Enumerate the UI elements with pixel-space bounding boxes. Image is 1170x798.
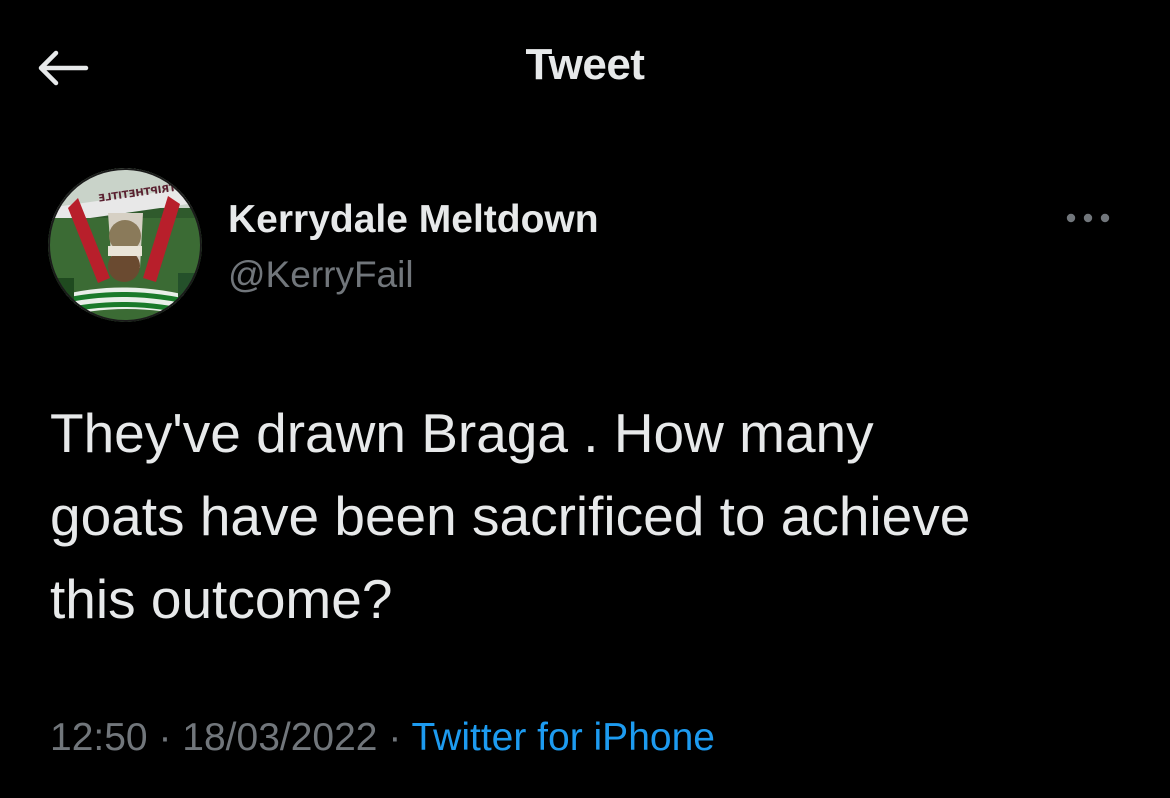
author-name[interactable]: Kerrydale Meltdown bbox=[228, 198, 599, 242]
tweet-source-link[interactable]: Twitter for iPhone bbox=[411, 716, 714, 759]
tweet-date[interactable]: 18/03/2022 bbox=[182, 716, 377, 759]
avatar-image: STRIPTHETITLE bbox=[48, 168, 202, 322]
tweet-author-row: STRIPTHETITLE Kerrydale Meltdown @KerryF… bbox=[48, 168, 1128, 328]
avatar[interactable]: STRIPTHETITLE bbox=[48, 168, 202, 322]
page-title: Tweet bbox=[525, 40, 645, 89]
meta-separator: · bbox=[388, 716, 402, 759]
tweet-text: They've drawn Braga . How many goats hav… bbox=[50, 402, 971, 630]
meta-separator: · bbox=[158, 716, 172, 759]
ellipsis-icon bbox=[1066, 213, 1110, 223]
top-bar: Tweet bbox=[0, 0, 1170, 140]
author-handle[interactable]: @KerryFail bbox=[228, 254, 414, 296]
more-options-button[interactable] bbox=[1058, 198, 1118, 238]
tweet-time[interactable]: 12:50 bbox=[50, 716, 148, 759]
tweet-meta: 12:50 · 18/03/2022 · Twitter for iPhone bbox=[50, 716, 715, 760]
